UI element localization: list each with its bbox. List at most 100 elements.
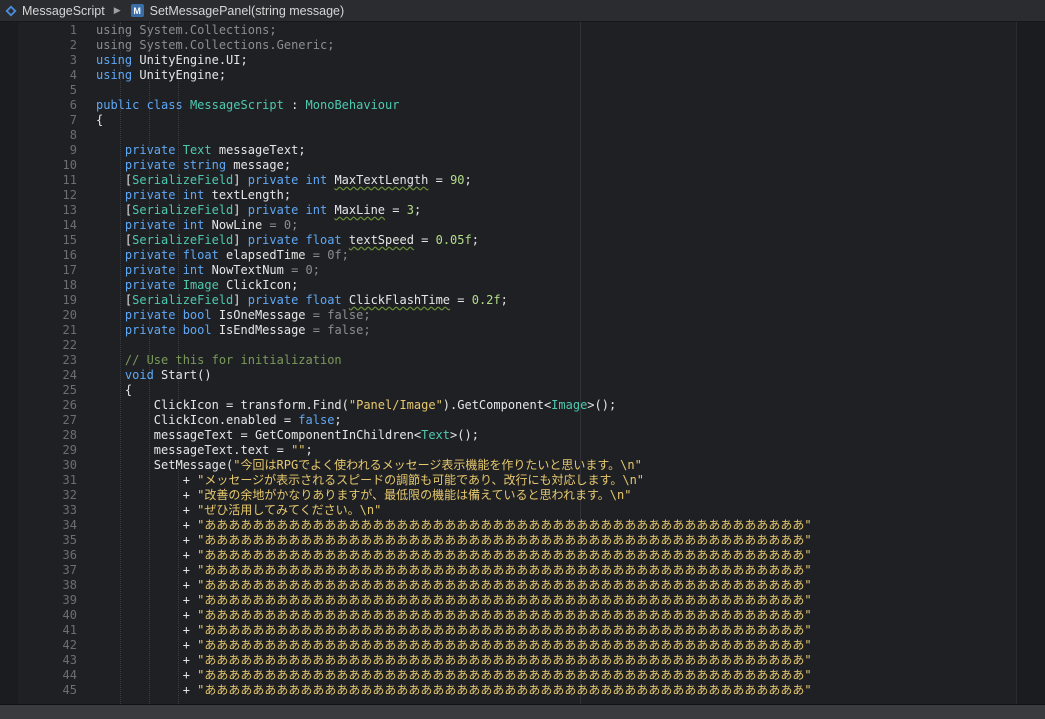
line-number: 28 [62, 428, 77, 442]
code-token: + [96, 548, 198, 562]
code-token: ClickIcon; [218, 278, 299, 292]
code-line[interactable]: private string message; [96, 158, 291, 173]
code-token: private float [247, 293, 342, 307]
code-line[interactable]: using System.Collections.Generic; [96, 38, 334, 53]
code-line[interactable]: [SerializeField] private int MaxTextLeng… [96, 173, 472, 188]
code-token: using System.Collections; [96, 23, 277, 37]
code-token: ; [500, 293, 508, 307]
code-line[interactable]: private int NowLine = 0; [96, 218, 298, 233]
line-number: 16 [62, 248, 77, 262]
code-token: ClickIcon = transform.Find( [96, 398, 349, 412]
line-number: 7 [69, 113, 77, 127]
code-line[interactable]: + "改善の余地がかなりありますが、最低限の機能は備えていると思われます。\n" [96, 488, 632, 503]
code-line[interactable]: [SerializeField] private float textSpeed… [96, 233, 479, 248]
code-line[interactable]: private Image ClickIcon; [96, 278, 298, 293]
code-token: private [124, 278, 176, 292]
code-token: textLength; [204, 188, 292, 202]
code-editor[interactable]: 1 2 3 4 5 6 7 8 9 10 11 12 13 14 15 16 17 18 19 20 21 22 23 24 2… [0, 22, 1045, 704]
code-token: void [124, 368, 154, 382]
breakpoint-gutter[interactable] [0, 22, 18, 704]
code-token: ] [233, 233, 248, 247]
code-line[interactable]: + "あああああああああああああああああああああああああああああああああああああ… [96, 533, 812, 548]
code-line[interactable]: using UnityEngine; [96, 68, 226, 83]
code-token: "あああああああああああああああああああああああああああああああああああああああ… [197, 623, 812, 637]
code-line[interactable]: private bool IsOneMessage = false; [96, 308, 371, 323]
code-line[interactable]: private float elapsedTime = 0f; [96, 248, 349, 263]
chevron-right-icon: ▶ [113, 5, 121, 15]
code-line[interactable]: using UnityEngine.UI; [96, 53, 248, 68]
code-line[interactable]: { [96, 383, 132, 398]
code-line[interactable]: void Start() [96, 368, 212, 383]
line-number: 18 [62, 278, 77, 292]
code-line[interactable]: + "メッセージが表示されるスピードの調節も可能であり、改行にも対応します。\n… [96, 473, 644, 488]
code-line[interactable]: + "あああああああああああああああああああああああああああああああああああああ… [96, 638, 812, 653]
code-line[interactable]: messageText.text = ""; [96, 443, 313, 458]
code-line[interactable]: ClickIcon = transform.Find("Panel/Image"… [96, 398, 616, 413]
code-token: + [96, 593, 198, 607]
code-token: private int [247, 173, 328, 187]
line-number: 34 [62, 518, 77, 532]
horizontal-scrollbar[interactable] [0, 704, 1045, 719]
code-line[interactable]: private Text messageText; [96, 143, 306, 158]
code-line[interactable]: + "あああああああああああああああああああああああああああああああああああああ… [96, 578, 812, 593]
code-line[interactable]: private bool IsEndMessage = false; [96, 323, 371, 338]
code-line[interactable]: [SerializeField] private float ClickFlas… [96, 293, 508, 308]
code-token: Start() [153, 368, 212, 382]
code-token: [ [96, 293, 133, 307]
code-line[interactable]: + "あああああああああああああああああああああああああああああああああああああ… [96, 608, 812, 623]
code-line[interactable]: [SerializeField] private int MaxLine = 3… [96, 203, 421, 218]
code-line[interactable]: + "あああああああああああああああああああああああああああああああああああああ… [96, 623, 812, 638]
code-token: = [413, 233, 436, 247]
code-token: private float [247, 233, 342, 247]
code-token: false [298, 413, 335, 427]
breadcrumb-item-method[interactable]: M SetMessagePanel(string message) [130, 0, 344, 22]
line-number: 37 [62, 563, 77, 577]
line-number: 41 [62, 623, 77, 637]
code-token: private int [247, 203, 328, 217]
code-token: message; [226, 158, 292, 172]
code-line[interactable]: { [96, 113, 103, 128]
code-token: = [450, 293, 472, 307]
line-number: 29 [62, 443, 77, 457]
code-token: "あああああああああああああああああああああああああああああああああああああああ… [197, 608, 812, 622]
code-line[interactable]: public class MessageScript : MonoBehavio… [96, 98, 399, 113]
code-token: 0.2f [471, 293, 501, 307]
code-token: "ぜひ活用してみてください。\n" [197, 503, 382, 517]
overview-ruler[interactable] [1016, 22, 1045, 704]
code-token: using [96, 68, 133, 82]
code-token: private int [124, 218, 205, 232]
code-token: "メッセージが表示されるスピードの調節も可能であり、改行にも対応します。\n" [197, 473, 645, 487]
code-line[interactable]: + "あああああああああああああああああああああああああああああああああああああ… [96, 683, 812, 698]
breadcrumb-item-file[interactable]: MessageScript [0, 0, 105, 22]
code-line[interactable]: messageText = GetComponentInChildren<Tex… [96, 428, 479, 443]
line-number: 36 [62, 548, 77, 562]
code-line[interactable]: + "ぜひ活用してみてください。\n" [96, 503, 382, 518]
code-line[interactable]: private int NowTextNum = 0; [96, 263, 320, 278]
code-area[interactable]: using System.Collections; using System.Co… [84, 22, 1017, 704]
code-token: using [96, 53, 133, 67]
code-token: ClickIcon.enabled = [96, 413, 299, 427]
code-line[interactable]: + "あああああああああああああああああああああああああああああああああああああ… [96, 548, 812, 563]
code-line[interactable]: ClickIcon.enabled = false; [96, 413, 342, 428]
code-line[interactable]: + "あああああああああああああああああああああああああああああああああああああ… [96, 518, 812, 533]
code-token: UnityEngine.UI; [132, 53, 248, 67]
code-line[interactable]: + "あああああああああああああああああああああああああああああああああああああ… [96, 563, 812, 578]
code-line[interactable]: using System.Collections; [96, 23, 277, 38]
code-token: >(); [450, 428, 479, 442]
code-line[interactable]: SetMessage("今回はRPGでよく使われるメッセージ表示機能を作りたいと… [96, 458, 642, 473]
code-line[interactable]: private int textLength; [96, 188, 291, 203]
code-token: + [96, 518, 198, 532]
code-line[interactable]: // Use this for initialization [96, 353, 342, 368]
code-line[interactable]: + "あああああああああああああああああああああああああああああああああああああ… [96, 593, 812, 608]
code-line[interactable]: + "あああああああああああああああああああああああああああああああああああああ… [96, 653, 812, 668]
code-token: "改善の余地がかなりありますが、最低限の機能は備えていると思われます。\n" [197, 488, 632, 502]
code-token: ; [305, 443, 313, 457]
code-token: private int [124, 188, 205, 202]
code-token: "あああああああああああああああああああああああああああああああああああああああ… [197, 578, 812, 592]
code-line[interactable]: + "あああああああああああああああああああああああああああああああああああああ… [96, 668, 812, 683]
